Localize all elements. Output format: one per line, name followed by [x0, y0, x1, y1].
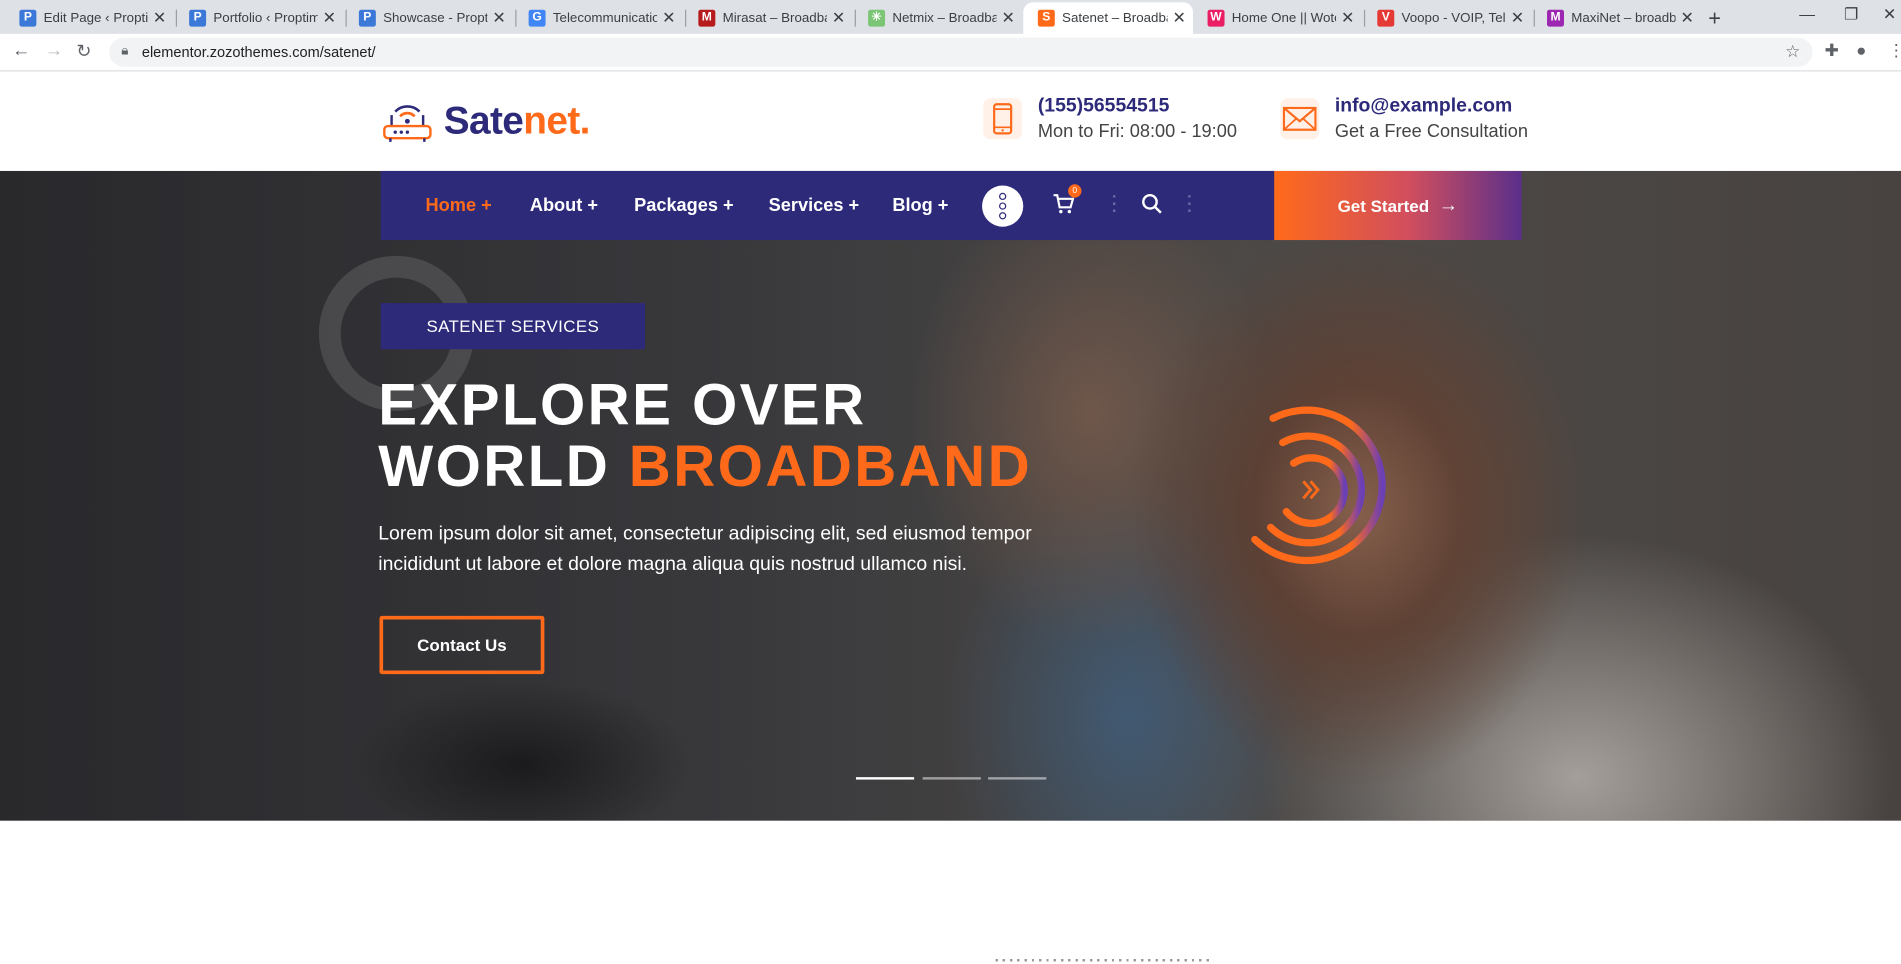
extensions-icon[interactable]: ✚ — [1825, 40, 1839, 61]
get-started-button[interactable]: Get Started → — [1274, 170, 1522, 241]
phone-contact: (155)56554515 Mon to Fri: 08:00 - 19:00 — [983, 96, 1237, 142]
close-window-icon[interactable]: ✕ — [1883, 5, 1896, 24]
cart-count-badge: 0 — [1068, 184, 1082, 198]
nav-about[interactable]: About + — [530, 195, 598, 216]
tab-close-icon[interactable]: ✕ — [323, 8, 336, 27]
tab-favicon-icon: W — [1207, 9, 1225, 27]
tab-title: Telecommunication — [552, 10, 658, 26]
slide-indicator[interactable] — [988, 777, 1047, 780]
email-subtext: Get a Free Consultation — [1334, 121, 1528, 142]
forward-icon[interactable]: → — [45, 40, 63, 61]
browser-tab[interactable]: M MaxiNet – broadba ✕ — [1532, 2, 1701, 34]
browser-tab-active[interactable]: S Satenet – Broadban ✕ — [1023, 2, 1194, 34]
next-section — [0, 820, 1901, 964]
tab-close-icon[interactable]: ✕ — [832, 8, 845, 27]
browser-tab[interactable]: P Edit Page ‹ Proptimi ✕ — [5, 2, 174, 34]
tab-close-icon[interactable]: ✕ — [1002, 8, 1015, 27]
tab-close-icon[interactable]: ✕ — [1173, 8, 1186, 27]
divider — [1188, 195, 1191, 218]
slide-indicator[interactable] — [855, 777, 915, 780]
arrow-right-icon: → — [1438, 194, 1459, 216]
url-text: elementor.zozothemes.com/satenet/ — [141, 43, 376, 61]
nav-services[interactable]: Services + — [769, 195, 860, 216]
email-address[interactable]: info@example.com — [1335, 96, 1528, 118]
browser-tab[interactable]: ✳ Netmix – Broadban ✕ — [854, 2, 1023, 34]
tab-title: Home One || Wotec — [1231, 10, 1336, 26]
logo-text: Satenet. — [443, 98, 591, 142]
search-icon[interactable] — [1141, 193, 1163, 221]
restore-icon[interactable]: ❐ — [1844, 5, 1858, 24]
tab-title: Edit Page ‹ Proptimi — [43, 10, 149, 26]
browser-tab[interactable]: V Voopo - VOIP, Telec ✕ — [1363, 2, 1532, 34]
new-tab-icon[interactable]: + — [1708, 6, 1721, 31]
browser-tab[interactable]: P Showcase - Proptim ✕ — [344, 2, 513, 34]
office-hours: Mon to Fri: 08:00 - 19:00 — [1037, 121, 1237, 142]
more-options-icon[interactable] — [982, 185, 1024, 227]
browser-tab[interactable]: W Home One || Wotec ✕ — [1193, 2, 1362, 34]
phone-number[interactable]: (155)56554515 — [1038, 96, 1237, 118]
site-header: Satenet. (155)56554515 Mon to Fri: 08:00… — [0, 71, 1901, 171]
hero-description: Lorem ipsum dolor sit amet, consectetur … — [378, 523, 1032, 575]
nav-blog[interactable]: Blog + — [892, 195, 948, 216]
menu-icon[interactable]: ⋮ — [1888, 40, 1901, 61]
divider — [1112, 195, 1116, 218]
address-bar[interactable]: 🔒︎ elementor.zozothemes.com/satenet/ ☆ — [109, 37, 1813, 67]
tab-favicon-icon: M — [1547, 9, 1564, 27]
tab-title: Satenet – Broadban — [1062, 10, 1168, 26]
browser-toolbar: ← → ↻ 🔒︎ elementor.zozothemes.com/satene… — [0, 33, 1901, 72]
reload-icon[interactable]: ↻ — [76, 40, 91, 62]
slide-indicator[interactable] — [922, 777, 981, 780]
tab-close-icon[interactable]: ✕ — [662, 8, 675, 27]
bookmark-star-icon[interactable]: ☆ — [1785, 41, 1800, 62]
browser-tab[interactable]: P Portfolio ‹ Proptimi ✕ — [175, 2, 344, 34]
tab-favicon-icon: P — [358, 9, 376, 27]
tab-favicon-icon: P — [19, 9, 37, 27]
back-icon[interactable]: ← — [12, 40, 30, 61]
site-logo[interactable]: Satenet. — [381, 98, 590, 143]
tab-favicon-icon: V — [1377, 9, 1395, 27]
tab-title: Showcase - Proptim — [383, 10, 488, 26]
phone-icon — [983, 98, 1023, 140]
email-contact: info@example.com Get a Free Consultation — [1280, 96, 1528, 142]
cart-icon[interactable]: 0 — [1052, 184, 1082, 221]
browser-tab[interactable]: M Mirasat – Broadban ✕ — [684, 2, 853, 34]
tab-title: Voopo - VOIP, Telec — [1401, 10, 1506, 26]
tab-title: MaxiNet – broadba — [1571, 10, 1676, 26]
tab-favicon-icon: S — [1037, 9, 1055, 27]
tab-favicon-icon: G — [528, 9, 546, 27]
profile-icon[interactable]: ● — [1856, 40, 1866, 59]
nav-home[interactable]: Home + — [426, 195, 492, 216]
tab-favicon-icon: ✳ — [868, 9, 886, 27]
tab-title: Portfolio ‹ Proptimi — [213, 10, 318, 26]
video-play-icon[interactable] — [1243, 400, 1401, 588]
contact-us-button[interactable]: Contact Us — [379, 615, 545, 675]
router-logo-icon — [383, 104, 432, 142]
decorative-dotted-line — [995, 959, 1214, 962]
tab-favicon-icon: P — [189, 9, 207, 27]
browser-tab-strip: P Edit Page ‹ Proptimi ✕ P Portfolio ‹ P… — [0, 0, 1901, 34]
tab-title: Netmix – Broadban — [892, 10, 997, 26]
nav-packages[interactable]: Packages + — [634, 195, 734, 216]
browser-tab[interactable]: G Telecommunication ✕ — [514, 2, 683, 34]
tab-close-icon[interactable]: ✕ — [492, 8, 505, 27]
get-started-label: Get Started — [1337, 195, 1430, 216]
minimize-icon[interactable]: — — [1799, 5, 1815, 23]
tab-favicon-icon: M — [698, 9, 716, 27]
tab-close-icon[interactable]: ✕ — [1681, 8, 1694, 27]
tab-close-icon[interactable]: ✕ — [1511, 8, 1524, 27]
lock-icon: 🔒︎ — [121, 43, 129, 59]
tab-title: Mirasat – Broadban — [722, 10, 827, 26]
hero-title: EXPLORE OVER WORLD BROADBAND — [378, 373, 1033, 500]
hero-badge: SATENET SERVICES — [380, 303, 645, 350]
main-navigation: Home + About + Packages + Services + Blo… — [380, 170, 1275, 241]
tab-close-icon[interactable]: ✕ — [1341, 8, 1354, 27]
tab-close-icon[interactable]: ✕ — [153, 8, 166, 27]
mail-icon — [1280, 98, 1320, 140]
